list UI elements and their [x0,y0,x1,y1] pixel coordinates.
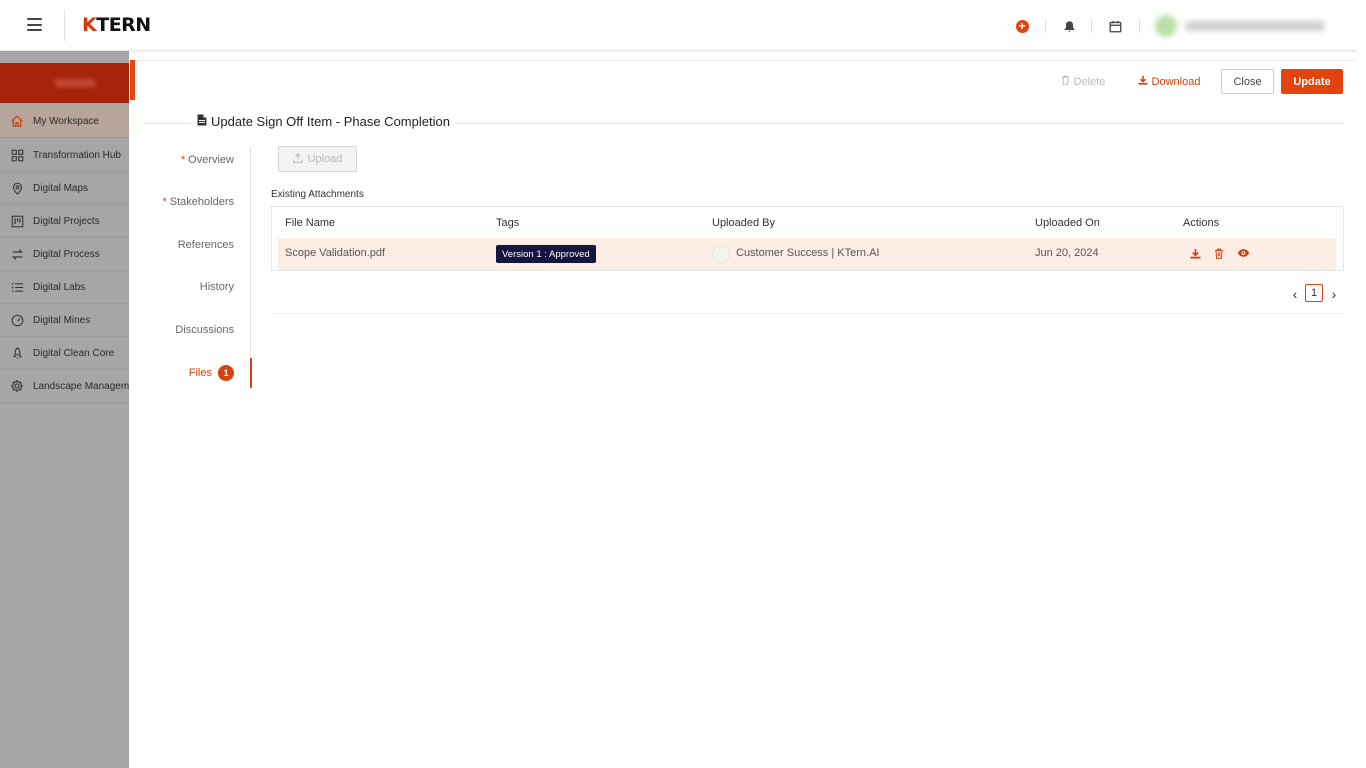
column-header-file-name: File Name [285,217,336,229]
sidebar: My Workspace Transformation Hub Digital … [0,51,129,768]
files-count-badge: 1 [218,365,234,381]
user-name-redacted [1185,21,1325,31]
uploaded-on-cell: Jun 20, 2024 [1035,247,1099,259]
panel-accent-bar [130,60,135,100]
existing-attachments-label: Existing Attachments [271,189,364,200]
upload-button[interactable]: Upload [278,146,357,172]
tabs-divider [250,146,251,388]
file-name-cell[interactable]: Scope Validation.pdf [285,247,385,259]
active-tab-indicator [250,358,252,388]
user-profile[interactable] [1155,15,1335,37]
eye-icon[interactable] [1236,246,1250,260]
update-signoff-panel: Delete Download Close Update Update Sign… [129,51,1356,768]
upload-icon [292,152,303,166]
tab-references[interactable]: References [178,239,234,251]
sidebar-item-label: Digital Clean Core [33,347,115,359]
map-pin-icon [10,181,24,195]
kanban-icon [10,214,24,228]
sidebar-item-label: Landscape Management [33,380,129,392]
download-icon [1137,75,1148,88]
rocket-icon [10,346,24,360]
header-divider [64,10,65,41]
close-button[interactable]: Close [1221,69,1274,94]
sidebar-item-label: Digital Projects [33,215,100,227]
pagination-prev-button[interactable]: ‹ [1289,286,1301,302]
sidebar-item-digital-maps[interactable]: Digital Maps [0,172,129,205]
trash-icon[interactable] [1212,246,1226,260]
sidebar-item-label: Digital Labs [33,281,86,293]
content-bottom-divider [271,313,1344,314]
sidebar-item-digital-mines[interactable]: Digital Mines [0,304,129,337]
sidebar-item-label: Digital Process [33,248,100,260]
plus-circle-icon[interactable]: + [1014,18,1030,34]
update-button[interactable]: Update [1281,69,1343,94]
gear-icon [10,379,24,393]
header-separator [1139,19,1140,33]
trash-icon [1061,75,1070,88]
pagination-page-button[interactable]: 1 [1305,284,1323,302]
panel-divider [135,60,1356,61]
sidebar-item-digital-labs[interactable]: Digital Labs [0,271,129,304]
sidebar-item-landscape-management[interactable]: Landscape Management [0,370,129,403]
sidebar-item-label: Digital Maps [33,182,89,194]
grid-icon [10,148,24,162]
column-header-actions: Actions [1183,217,1220,229]
home-icon [10,114,24,128]
tab-stakeholders[interactable]: * Stakeholders [162,196,234,208]
tab-history[interactable]: History [200,281,234,293]
pagination-next-button[interactable]: › [1328,286,1340,302]
header-separator [1045,19,1046,33]
tab-files[interactable]: Files 1 [189,365,234,381]
sidebar-item-label: My Workspace [33,115,99,127]
column-header-uploaded-by: Uploaded By [712,217,775,229]
project-name-redacted [55,79,95,87]
top-header: KTERN + [0,0,1356,51]
sidebar-project-banner[interactable] [0,63,129,103]
uploader-avatar [712,245,730,263]
sidebar-item-digital-clean-core[interactable]: Digital Clean Core [0,337,129,370]
attachments-table: File Name Tags Uploaded By Uploaded On A… [271,206,1344,271]
sidebar-item-digital-projects[interactable]: Digital Projects [0,205,129,238]
column-header-tags: Tags [496,217,520,229]
delete-button[interactable]: Delete [1058,69,1108,94]
page-title: Update Sign Off Item - Phase Completion [191,114,456,129]
sidebar-item-digital-process[interactable]: Digital Process [0,238,129,271]
sidebar-item-label: Digital Mines [33,314,91,326]
sidebar-item-label: Transformation Hub [33,149,121,161]
tab-overview[interactable]: * Overview [181,154,234,166]
file-pdf-icon [197,114,207,129]
sidebar-item-transformation-hub[interactable]: Transformation Hub [0,139,129,172]
ktern-logo[interactable]: KTERN [82,14,151,36]
gauge-icon [10,313,24,327]
signoff-tabs: * Overview * Stakeholders References His… [129,146,252,388]
uploaded-by-cell: Customer Success | KTern.AI [736,247,880,259]
column-header-uploaded-on: Uploaded On [1035,217,1100,229]
download-button[interactable]: Download [1135,69,1203,94]
calendar-icon[interactable] [1107,18,1123,34]
bell-icon[interactable] [1061,18,1077,34]
version-tag: Version 1 : Approved [496,245,596,263]
sidebar-item-my-workspace[interactable]: My Workspace [0,105,129,138]
avatar [1155,15,1177,37]
arrows-icon [10,247,24,261]
hamburger-icon[interactable] [27,18,42,31]
download-icon[interactable] [1188,246,1202,260]
header-separator [1091,19,1092,33]
list-icon [10,280,24,294]
tab-discussions[interactable]: Discussions [175,324,234,336]
scrollbar[interactable] [1356,0,1366,768]
table-row[interactable]: Scope Validation.pdf Version 1 : Approve… [278,238,1336,270]
